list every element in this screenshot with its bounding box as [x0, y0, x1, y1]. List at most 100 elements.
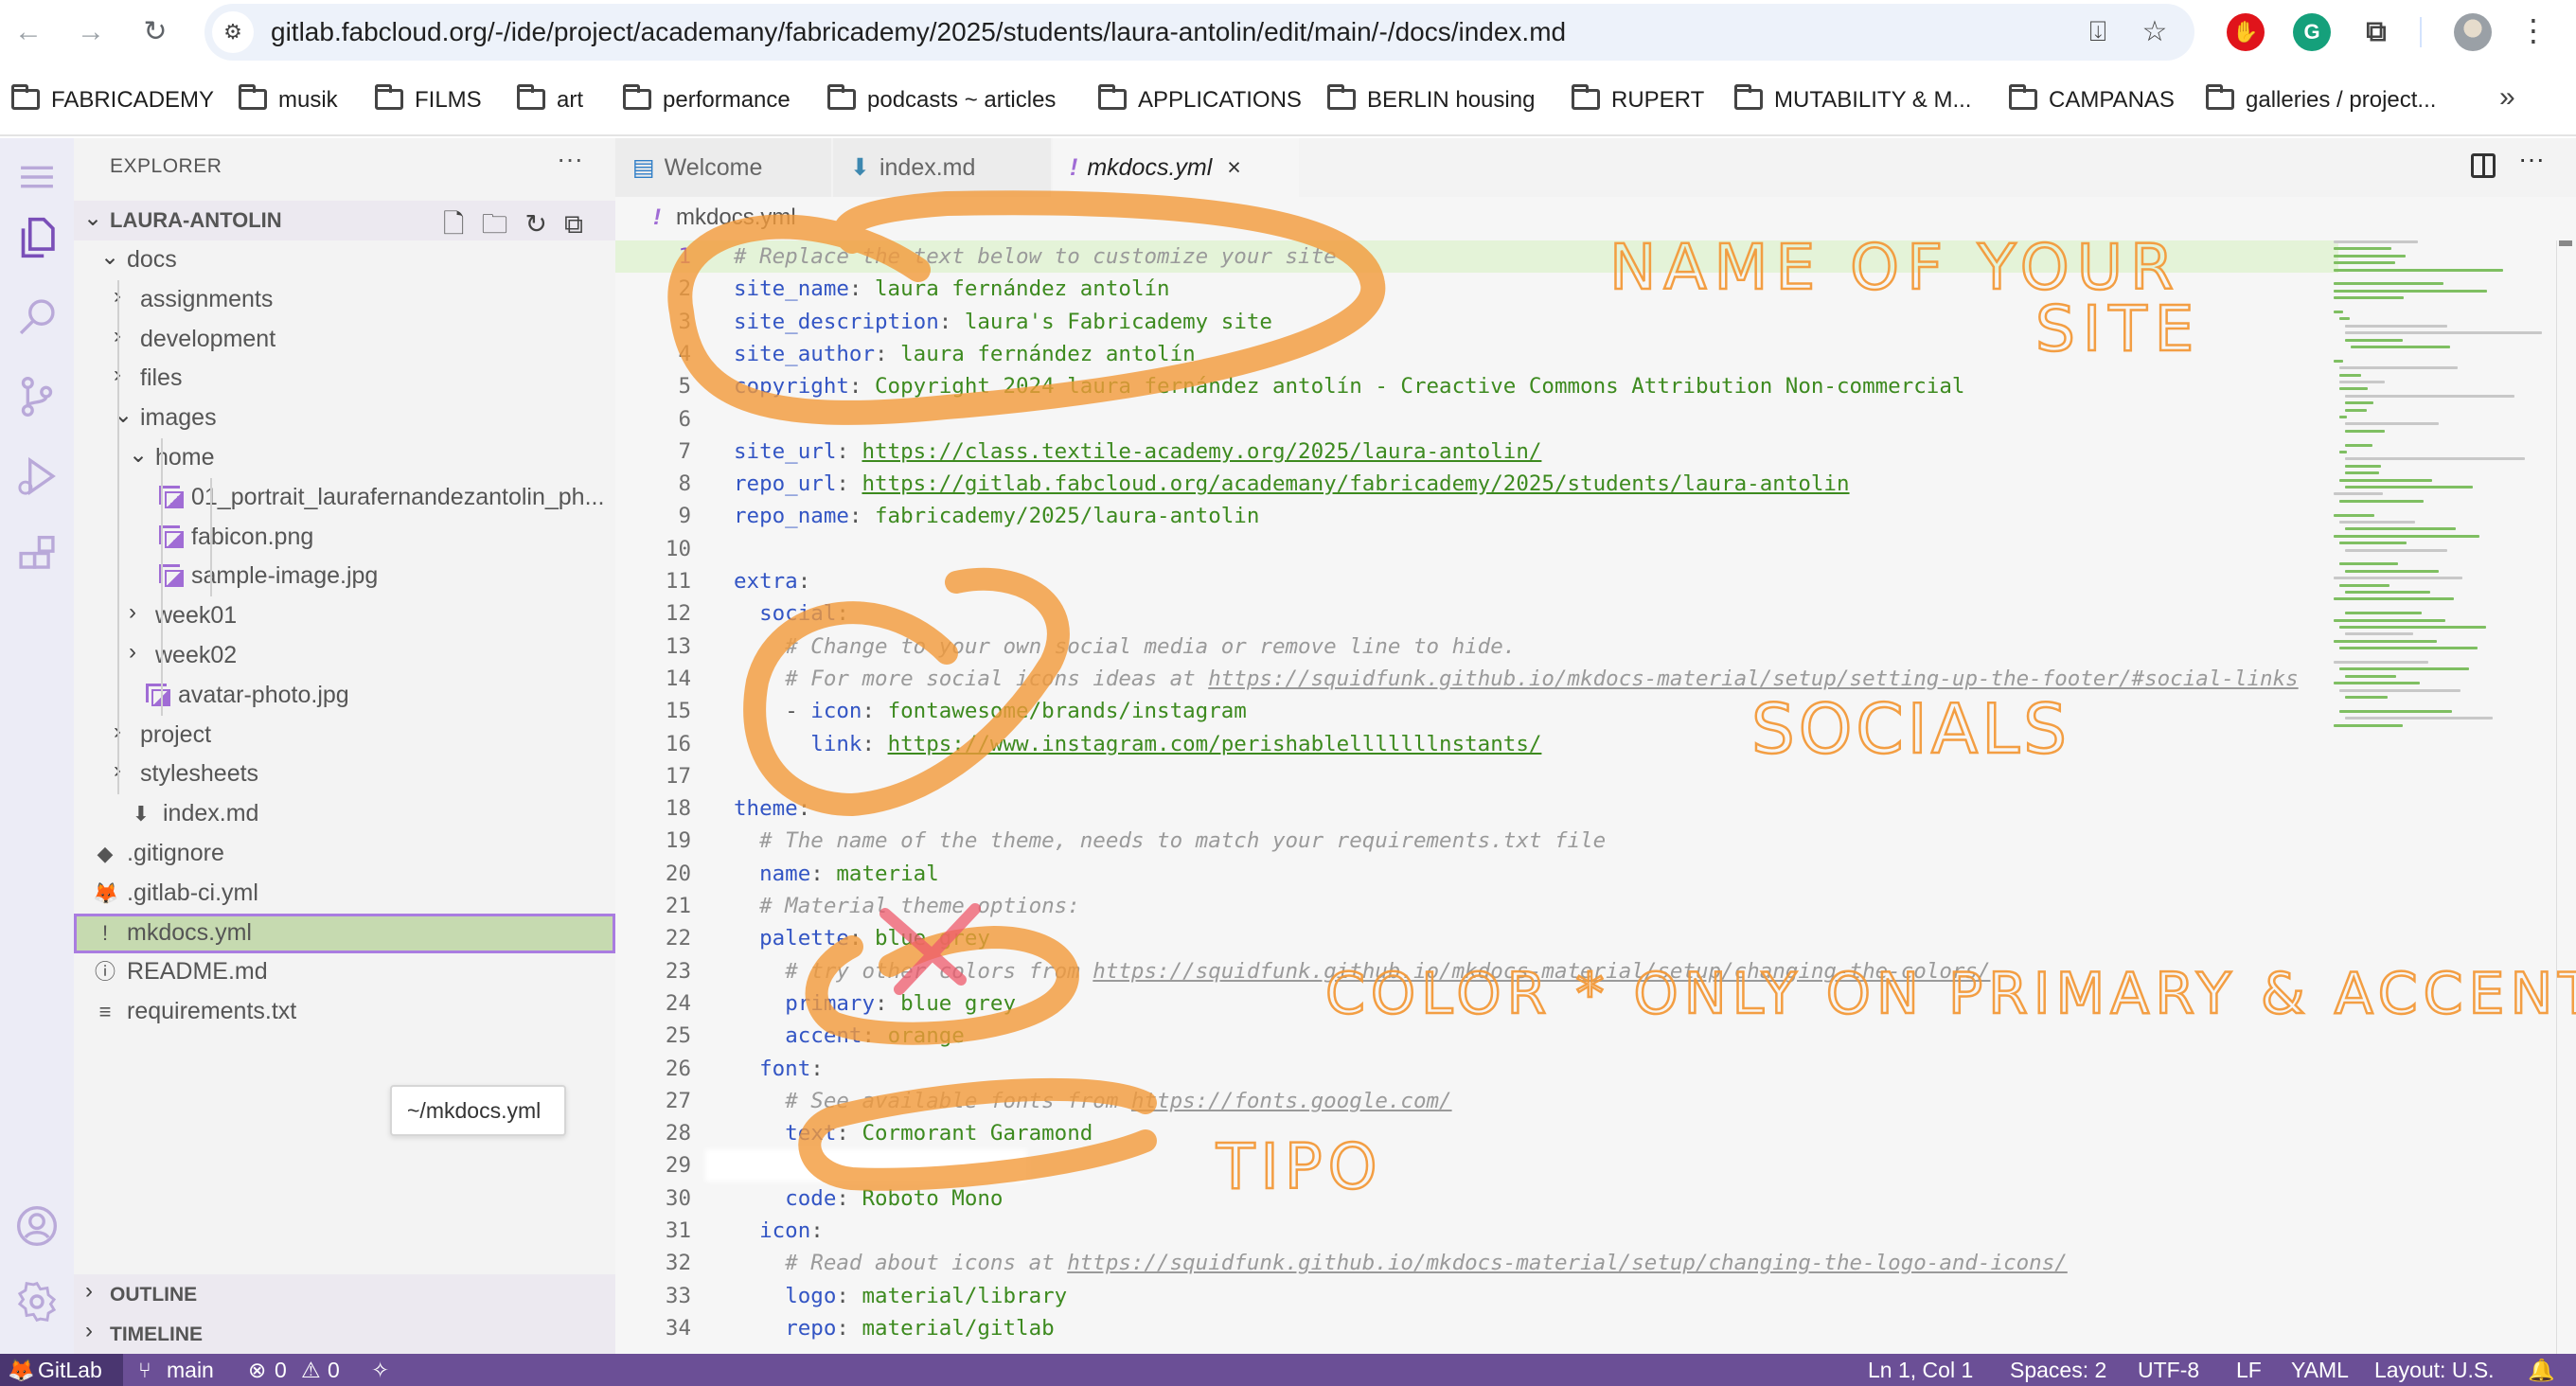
- timeline-section[interactable]: › TIMELINE: [74, 1314, 615, 1354]
- tree-file[interactable]: ◆ .gitignore: [74, 834, 615, 874]
- tree-folder[interactable]: › week02: [74, 636, 615, 676]
- bookmark-folder[interactable]: performance: [623, 83, 791, 117]
- bookmark-folder[interactable]: galleries / project...: [2206, 83, 2436, 117]
- code-line[interactable]: 8 repo_url: https://gitlab.fabcloud.org/a…: [615, 468, 2338, 500]
- adblock-extension-icon[interactable]: ✋: [2227, 13, 2265, 51]
- end-of-line[interactable]: LF: [2236, 1357, 2262, 1383]
- code-line[interactable]: 28 text: Cormorant Garamond: [615, 1117, 2338, 1149]
- yaml-link-value[interactable]: https://www.instagram.com/perishablellll…: [888, 732, 1542, 756]
- vertical-scrollbar[interactable]: [2556, 240, 2573, 1354]
- code-line[interactable]: 6: [615, 403, 2338, 435]
- new-folder-icon[interactable]: 🗀: [482, 209, 525, 239]
- tree-file[interactable]: fabicon.png: [74, 518, 615, 558]
- code-line[interactable]: 30 code: Roboto Mono: [615, 1182, 2338, 1215]
- editor-more-actions[interactable]: ···: [2518, 144, 2545, 174]
- notifications-bell-icon[interactable]: 🔔: [2528, 1357, 2555, 1383]
- code-line[interactable]: 14 # For more social icons ideas at http…: [615, 663, 2338, 695]
- code-line[interactable]: 13 # Change to your own social media or …: [615, 631, 2338, 663]
- comment-link[interactable]: https://squidfunk.github.io/mkdocs-mater…: [1067, 1251, 2068, 1275]
- tab-mkdocs-yml[interactable]: ! mkdocs.yml ×: [1053, 138, 1299, 197]
- code-line[interactable]: 22 palette: blue grey: [615, 922, 2338, 954]
- scrollbar-thumb[interactable]: [2559, 240, 2572, 246]
- code-line[interactable]: 21 # Material theme options:: [615, 890, 2338, 922]
- code-line[interactable]: 27 # See available fonts from https://fo…: [615, 1085, 2338, 1117]
- refresh-icon[interactable]: ↻: [525, 209, 564, 239]
- code-line[interactable]: 15 - icon: fontawesome/brands/instagram: [615, 695, 2338, 727]
- code-line[interactable]: 10: [615, 533, 2338, 565]
- keyboard-layout[interactable]: Layout: U.S.: [2374, 1357, 2495, 1383]
- indentation[interactable]: Spaces: 2: [2010, 1357, 2106, 1383]
- outline-section[interactable]: › OUTLINE: [74, 1274, 615, 1314]
- yaml-link-value[interactable]: https://class.textile-academy.org/2025/l…: [862, 439, 1541, 464]
- bookmarks-overflow-button[interactable]: »: [2499, 81, 2515, 114]
- url-text[interactable]: gitlab.fabcloud.org/-/ide/project/academ…: [271, 4, 1566, 61]
- explorer-files-icon[interactable]: [9, 210, 64, 265]
- accounts-icon[interactable]: [9, 1199, 64, 1253]
- forward-button[interactable]: →: [72, 13, 110, 51]
- workspace-root[interactable]: ⌄ LAURA-ANTOLIN 🗋🗀↻⧉: [74, 201, 615, 240]
- extensions-puzzle-icon[interactable]: ⧉: [2357, 13, 2395, 51]
- extensions-icon[interactable]: [9, 528, 64, 583]
- comment-link[interactable]: https://squidfunk.github.io/mkdocs-mater…: [1208, 666, 2298, 691]
- bookmark-folder[interactable]: RUPERT: [1572, 83, 1704, 117]
- warning-count[interactable]: 0: [328, 1357, 340, 1383]
- bookmark-folder[interactable]: BERLIN housing: [1327, 83, 1535, 117]
- code-line[interactable]: 33 logo: material/library: [615, 1280, 2338, 1312]
- tree-file[interactable]: ≡ requirements.txt: [74, 992, 615, 1032]
- code-line[interactable]: 9 repo_name: fabricademy/2025/laura-antol…: [615, 500, 2338, 532]
- cursor-position[interactable]: Ln 1, Col 1: [1868, 1357, 1973, 1383]
- tree-file[interactable]: ! mkdocs.yml: [74, 913, 615, 953]
- tree-folder[interactable]: ⌄ images: [74, 399, 615, 438]
- collapse-all-icon[interactable]: ⧉: [564, 209, 600, 239]
- code-line[interactable]: 23 # try other colors from https://squid…: [615, 955, 2338, 987]
- tab-index-md[interactable]: ⬇ index.md: [833, 138, 1051, 197]
- code-line[interactable]: 11 extra:: [615, 565, 2338, 597]
- tree-file[interactable]: sample-image.jpg: [74, 557, 615, 596]
- source-control-icon[interactable]: [9, 369, 64, 424]
- tree-folder[interactable]: ⌄ home: [74, 438, 615, 478]
- gitlab-remote-indicator[interactable]: 🦊 GitLab: [0, 1354, 123, 1386]
- code-line[interactable]: 31 icon:: [615, 1215, 2338, 1247]
- code-line[interactable]: 24 primary: blue grey: [615, 987, 2338, 1020]
- comment-link[interactable]: https://squidfunk.github.io/mkdocs-mater…: [1093, 959, 1990, 984]
- bookmark-folder[interactable]: musik: [239, 83, 338, 117]
- code-line[interactable]: 19 # The name of the theme, needs to mat…: [615, 825, 2338, 857]
- site-info-icon[interactable]: ⚙: [212, 11, 254, 53]
- code-line[interactable]: 1 # Replace the text below to customize y…: [615, 240, 2338, 273]
- address-bar[interactable]: ⚙ gitlab.fabcloud.org/-/ide/project/acad…: [204, 4, 2194, 61]
- profile-avatar[interactable]: [2454, 13, 2492, 51]
- tree-folder[interactable]: ⌄ docs: [74, 240, 615, 280]
- tree-folder[interactable]: ›project: [74, 716, 615, 755]
- code-line[interactable]: 34 repo: material/gitlab: [615, 1312, 2338, 1344]
- code-line[interactable]: 17: [615, 760, 2338, 792]
- code-line[interactable]: 26 font:: [615, 1053, 2338, 1085]
- tree-file[interactable]: ⬇ index.md: [74, 794, 615, 834]
- new-file-icon[interactable]: 🗋: [443, 209, 482, 239]
- browser-menu-icon[interactable]: ⋮: [2518, 11, 2549, 49]
- tree-folder[interactable]: ›assignments: [74, 280, 615, 320]
- settings-gear-icon[interactable]: [9, 1274, 64, 1329]
- error-count[interactable]: 0: [275, 1357, 287, 1383]
- bookmark-folder[interactable]: podcasts ~ articles: [827, 83, 1056, 117]
- bookmark-star-icon[interactable]: ☆: [2136, 13, 2174, 51]
- bookmark-folder[interactable]: CAMPANAS: [2009, 83, 2175, 117]
- back-button[interactable]: ←: [9, 13, 47, 51]
- yaml-link-value[interactable]: https://gitlab.fabcloud.org/academany/fa…: [862, 471, 1849, 496]
- bookmark-folder[interactable]: FABRICADEMY: [11, 83, 214, 117]
- minimap[interactable]: [2334, 240, 2551, 808]
- code-line[interactable]: 29: [615, 1149, 2338, 1182]
- bookmark-folder[interactable]: FILMS: [375, 83, 482, 117]
- run-debug-icon[interactable]: [9, 449, 64, 504]
- code-line[interactable]: 32 # Read about icons at https://squidfu…: [615, 1247, 2338, 1279]
- grammarly-extension-icon[interactable]: G: [2293, 13, 2331, 51]
- sparkle-sync-icon[interactable]: ✧: [371, 1357, 389, 1383]
- comment-link[interactable]: https://fonts.google.com/: [1131, 1089, 1452, 1113]
- branch-name[interactable]: main: [167, 1357, 214, 1383]
- bookmark-folder[interactable]: MUTABILITY & M...: [1734, 83, 1971, 117]
- code-line[interactable]: 2 site_name: laura fernández antolín: [615, 273, 2338, 305]
- split-editor-icon[interactable]: [2471, 153, 2496, 178]
- code-line[interactable]: 20 name: material: [615, 858, 2338, 890]
- tree-folder[interactable]: ›files: [74, 359, 615, 399]
- tree-file[interactable]: 🦊 .gitlab-ci.yml: [74, 874, 615, 914]
- code-line[interactable]: 7 site_url: https://class.textile-academy…: [615, 435, 2338, 468]
